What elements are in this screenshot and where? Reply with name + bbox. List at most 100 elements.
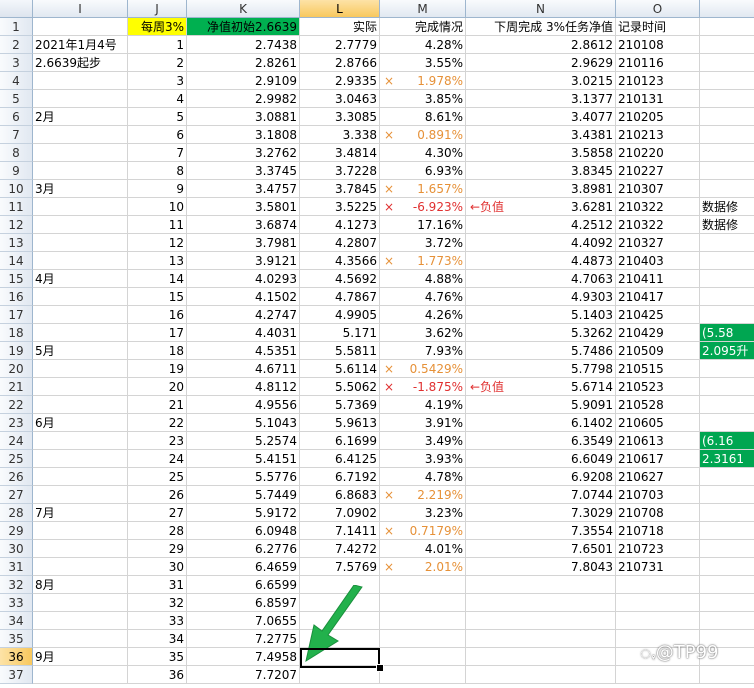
cell-K3[interactable]: 2.8261 [187,54,300,72]
cell-I24[interactable] [33,432,128,450]
cell-O23[interactable]: 210605 [616,414,700,432]
cell-P30[interactable] [700,540,754,558]
row-header[interactable]: 7 [0,126,33,144]
row-header[interactable]: 18 [0,324,33,342]
cell-O29[interactable]: 210718 [616,522,700,540]
cell-N29[interactable]: 7.3554 [466,522,616,540]
cell-J13[interactable]: 12 [128,234,187,252]
cell-N33[interactable] [466,594,616,612]
cell-N34[interactable] [466,612,616,630]
column-header-N[interactable]: N [466,0,616,18]
cell-M25[interactable]: 3.93% [380,450,466,468]
cell-M11[interactable]: × -6.923% [380,198,466,216]
cell-O7[interactable]: 210213 [616,126,700,144]
cell-O14[interactable]: 210403 [616,252,700,270]
cell-O3[interactable]: 210116 [616,54,700,72]
cell-N8[interactable]: 3.5858 [466,144,616,162]
cell-K24[interactable]: 5.2574 [187,432,300,450]
cell-O19[interactable]: 210509 [616,342,700,360]
cell-K9[interactable]: 3.3745 [187,162,300,180]
cell-P23[interactable] [700,414,754,432]
cell-I28[interactable]: 7月 [33,504,128,522]
cell-J6[interactable]: 5 [128,108,187,126]
cell-I8[interactable] [33,144,128,162]
cell-N22[interactable]: 5.9091 [466,396,616,414]
cell-N35[interactable] [466,630,616,648]
cell-L29[interactable]: 7.1411 [300,522,380,540]
cell-N28[interactable]: 7.3029 [466,504,616,522]
cell-N12[interactable]: 4.2512 [466,216,616,234]
cell-P28[interactable] [700,504,754,522]
cell-P20[interactable] [700,360,754,378]
cell-O13[interactable]: 210327 [616,234,700,252]
cell-J18[interactable]: 17 [128,324,187,342]
cell-N15[interactable]: 4.7063 [466,270,616,288]
cell-J30[interactable]: 29 [128,540,187,558]
cell-P12[interactable]: 数据修 [700,216,754,234]
cell-K11[interactable]: 3.5801 [187,198,300,216]
cell-O17[interactable]: 210425 [616,306,700,324]
cell-J12[interactable]: 11 [128,216,187,234]
cell-I16[interactable] [33,288,128,306]
cell-J19[interactable]: 18 [128,342,187,360]
cell-N18[interactable]: 5.3262 [466,324,616,342]
cell-N30[interactable]: 7.6501 [466,540,616,558]
cell-N25[interactable]: 6.6049 [466,450,616,468]
row-header[interactable]: 29 [0,522,33,540]
cell-O5[interactable]: 210131 [616,90,700,108]
cell-M28[interactable]: 3.23% [380,504,466,522]
cell-O20[interactable]: 210515 [616,360,700,378]
cell-I30[interactable] [33,540,128,558]
cell-K37[interactable]: 7.7207 [187,666,300,684]
column-header-K[interactable]: K [187,0,300,18]
cell-J27[interactable]: 26 [128,486,187,504]
cell-J20[interactable]: 19 [128,360,187,378]
cell-J22[interactable]: 21 [128,396,187,414]
cell-L17[interactable]: 4.9905 [300,306,380,324]
row-header[interactable]: 35 [0,630,33,648]
cell-O18[interactable]: 210429 [616,324,700,342]
cell-O22[interactable]: 210528 [616,396,700,414]
cell-I13[interactable] [33,234,128,252]
column-header-J[interactable]: J [128,0,187,18]
cell-O9[interactable]: 210227 [616,162,700,180]
cell-N24[interactable]: 6.3549 [466,432,616,450]
cell-N1[interactable]: 下周完成 3%任务净值 [466,18,616,36]
cell-M30[interactable]: 4.01% [380,540,466,558]
cell-M32[interactable] [380,576,466,594]
cell-M5[interactable]: 3.85% [380,90,466,108]
row-header[interactable]: 9 [0,162,33,180]
cell-P29[interactable] [700,522,754,540]
cell-L22[interactable]: 5.7369 [300,396,380,414]
cell-K33[interactable]: 6.8597 [187,594,300,612]
cell-P18[interactable]: (5.58 [700,324,754,342]
cell-P5[interactable] [700,90,754,108]
row-header[interactable]: 34 [0,612,33,630]
cell-L19[interactable]: 5.5811 [300,342,380,360]
cell-J7[interactable]: 6 [128,126,187,144]
cell-K16[interactable]: 4.1502 [187,288,300,306]
cell-P19[interactable]: 2.095升 [700,342,754,360]
cell-J21[interactable]: 20 [128,378,187,396]
cell-O6[interactable]: 210205 [616,108,700,126]
cell-K27[interactable]: 5.7449 [187,486,300,504]
cell-I25[interactable] [33,450,128,468]
cell-J37[interactable]: 36 [128,666,187,684]
cell-I19[interactable]: 5月 [33,342,128,360]
cell-N36[interactable] [466,648,616,666]
cell-M7[interactable]: × 0.891% [380,126,466,144]
cell-M13[interactable]: 3.72% [380,234,466,252]
cell-P14[interactable] [700,252,754,270]
cell-I14[interactable] [33,252,128,270]
active-cell-L36[interactable] [300,648,380,668]
cell-K13[interactable]: 3.7981 [187,234,300,252]
cell-O25[interactable]: 210617 [616,450,700,468]
cell-N14[interactable]: 4.4873 [466,252,616,270]
cell-L26[interactable]: 6.7192 [300,468,380,486]
cell-K29[interactable]: 6.0948 [187,522,300,540]
cell-K31[interactable]: 6.4659 [187,558,300,576]
cell-J14[interactable]: 13 [128,252,187,270]
row-header[interactable]: 31 [0,558,33,576]
cell-P8[interactable] [700,144,754,162]
cell-M9[interactable]: 6.93% [380,162,466,180]
